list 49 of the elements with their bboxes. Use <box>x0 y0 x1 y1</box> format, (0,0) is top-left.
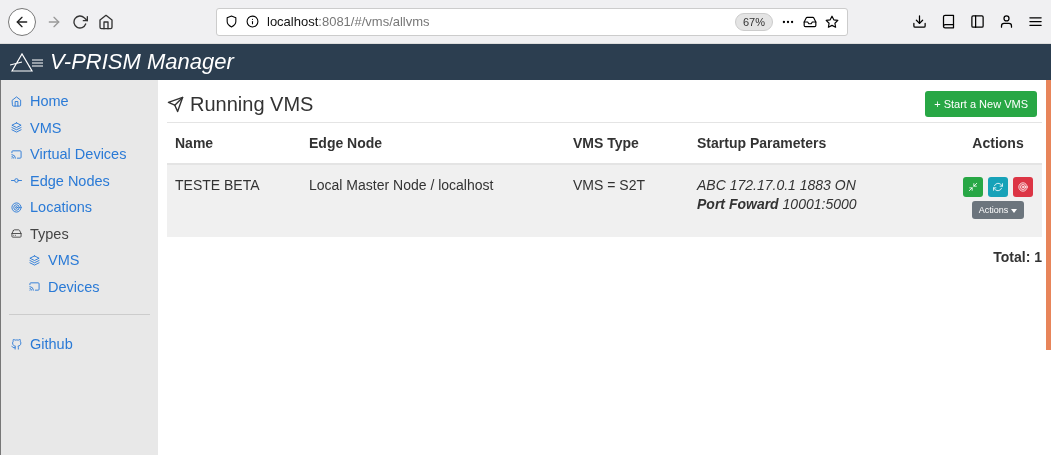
url-text: localhost:8081/#/vms/allvms <box>267 14 431 29</box>
start-new-vms-button[interactable]: + Start a New VMS <box>925 91 1037 117</box>
table-cell: Local Master Node / localhost <box>301 164 565 237</box>
minimize-icon <box>968 182 978 192</box>
account-icon[interactable] <box>999 14 1014 29</box>
sidebar-link[interactable]: Edge Nodes <box>1 167 158 194</box>
shield-icon <box>225 15 238 28</box>
library-icon[interactable] <box>941 14 956 29</box>
reload-icon <box>72 13 88 30</box>
sidebar-link[interactable]: Virtual Devices <box>1 141 158 168</box>
sidebar-link[interactable]: Home <box>1 88 158 115</box>
refresh-icon <box>993 182 1003 192</box>
layers-icon <box>11 122 22 134</box>
parameter-text: Port Foward 10001:5000 <box>697 195 858 214</box>
table-cell: VMS = S2T <box>565 164 689 237</box>
github-icon <box>11 338 22 350</box>
zoom-badge[interactable]: 67% <box>734 12 773 31</box>
target-icon <box>11 201 22 213</box>
cast-icon <box>11 148 22 160</box>
sidebar-link[interactable]: Devices <box>1 273 158 300</box>
caret-icon <box>1011 208 1018 213</box>
parameter-text: ABC 172.17.0.1 1883 ON <box>697 176 857 195</box>
sidebar-link[interactable]: Locations <box>1 194 158 221</box>
sidebar-heading: Types <box>1 220 158 247</box>
star-icon[interactable] <box>825 14 839 29</box>
app-title: V-PRISM Manager <box>50 49 234 75</box>
home-button[interactable] <box>98 13 114 30</box>
prism-logo-icon <box>10 51 44 73</box>
sidebar-link[interactable]: Github <box>1 331 158 358</box>
reload-button[interactable] <box>72 13 88 30</box>
home-icon <box>11 95 22 107</box>
cast-icon <box>29 281 40 293</box>
home-icon <box>98 13 114 30</box>
layers-icon <box>29 254 40 266</box>
page-title: Running VMS <box>190 92 314 116</box>
sidebar-icon[interactable] <box>970 14 985 29</box>
sidebar-link[interactable]: VMS <box>1 247 158 274</box>
sidebar-link[interactable]: VMS <box>1 114 158 141</box>
drive-icon <box>11 228 22 240</box>
total-count: Total: 1 <box>992 249 1042 265</box>
table-cell: TESTE BETA <box>167 164 301 237</box>
back-button[interactable] <box>8 7 36 36</box>
download-icon[interactable] <box>912 14 927 29</box>
send-icon <box>167 95 184 113</box>
menu-icon[interactable] <box>1028 14 1043 29</box>
actions-dropdown[interactable]: Actions <box>971 201 1025 219</box>
address-bar[interactable]: localhost:8081/#/vms/allvms 67% <box>216 7 848 36</box>
stop-button[interactable] <box>1013 177 1033 197</box>
info-icon <box>246 15 259 28</box>
